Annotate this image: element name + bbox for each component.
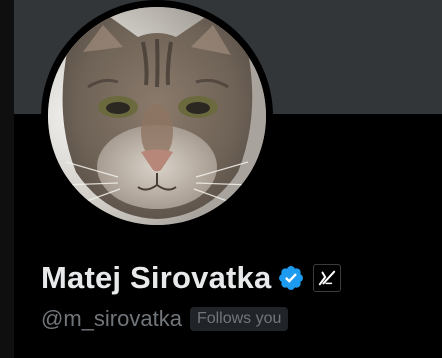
cat-photo — [48, 7, 266, 225]
left-rail — [0, 0, 14, 358]
follows-you-badge: Follows you — [189, 307, 289, 331]
verified-checkmark-icon[interactable] — [277, 264, 305, 292]
display-name-row: Matej Sirovatka — [41, 258, 342, 298]
user-handle: @m_sirovatka — [41, 306, 182, 331]
handle-row: @m_sirovatka Follows you — [41, 305, 289, 333]
display-name: Matej Sirovatka — [41, 260, 272, 295]
affiliate-logo-icon[interactable] — [313, 264, 342, 292]
avatar[interactable] — [41, 0, 273, 232]
avatar-image — [48, 7, 266, 225]
